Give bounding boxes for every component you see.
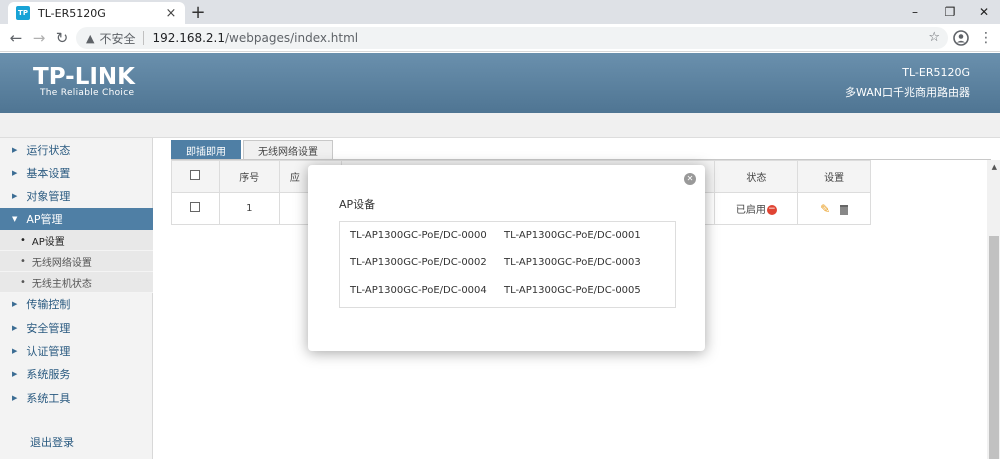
content-tabs: 即插即用 无线网络设置 (171, 140, 335, 160)
sidebar-item-run-status[interactable]: ▶ 运行状态 (0, 139, 153, 161)
sidebar-subitem-wireless-network[interactable]: • 无线网络设置 (0, 251, 153, 272)
column-index: 序号 (218, 160, 280, 193)
insecure-label: 不安全 (99, 31, 136, 46)
close-dialog-icon[interactable]: ✕ (684, 173, 696, 185)
list-item: TL-AP1300GC-PoE/DC-0004 (350, 285, 487, 296)
ap-device-list: TL-AP1300GC-PoE/DC-0000 TL-AP1300GC-PoE/… (339, 221, 676, 308)
forward-arrow-icon[interactable]: → (29, 28, 49, 48)
url-host: 192.168.2.1 (152, 31, 226, 45)
menu-dots-icon[interactable]: ⋮ (976, 28, 996, 48)
caret-right-icon: ▶ (12, 370, 18, 378)
select-all-cell (171, 160, 220, 193)
row-index: 1 (218, 192, 280, 225)
caret-right-icon: ▶ (12, 347, 18, 355)
url-path: /webpages/index.html (225, 31, 359, 45)
subheader-bar (0, 113, 1000, 138)
ap-device-dialog: ✕ AP设备 TL-AP1300GC-PoE/DC-0000 TL-AP1300… (308, 165, 705, 351)
sidebar-item-label: 基本设置 (26, 167, 71, 180)
scroll-up-arrow-icon[interactable]: ▲ (992, 163, 997, 171)
sidebar-item-label: 系统服务 (26, 368, 71, 381)
router-header: TP-LINK The Reliable Choice TL-ER5120G 多… (0, 53, 1000, 113)
tab-plug-and-play[interactable]: 即插即用 (171, 140, 241, 160)
list-item: TL-AP1300GC-PoE/DC-0001 (504, 230, 641, 241)
column-status: 状态 (714, 160, 799, 193)
sidebar-item-label: 系统工具 (26, 392, 71, 405)
sidebar-subitem-label: 无线主机状态 (31, 278, 92, 290)
sidebar-item-system-services[interactable]: ▶ 系统服务 (0, 363, 153, 385)
caret-right-icon: ▶ (12, 300, 18, 308)
caret-right-icon: ▶ (12, 394, 18, 402)
list-item: TL-AP1300GC-PoE/DC-0002 (350, 257, 487, 268)
bookmark-star-icon[interactable]: ☆ (928, 30, 940, 45)
new-tab-button[interactable]: + (189, 2, 207, 23)
address-bar[interactable]: ▲ 不安全 192.168.2.1/webpages/index.html ☆ (76, 27, 948, 49)
tab-title: TL-ER5120G (38, 6, 106, 20)
account-icon[interactable] (951, 28, 971, 48)
sidebar-item-label: 认证管理 (26, 345, 71, 358)
model-description: 多WAN口千兆商用路由器 (844, 86, 970, 99)
caret-down-icon: ▼ (12, 215, 18, 223)
tp-link-favicon-icon: TP (16, 6, 30, 20)
bullet-icon: • (20, 234, 26, 246)
bullet-icon: • (20, 276, 26, 288)
sidebar-item-label: 运行状态 (26, 144, 71, 157)
sidebar-item-label: 传输控制 (26, 298, 71, 311)
sidebar-subitem-wireless-host-status[interactable]: • 无线主机状态 (0, 272, 153, 293)
edit-pencil-icon[interactable]: ✎ (820, 202, 830, 216)
sidebar-item-system-tools[interactable]: ▶ 系统工具 (0, 387, 153, 409)
sidebar-item-label: 安全管理 (26, 322, 71, 335)
list-item: TL-AP1300GC-PoE/DC-0005 (504, 285, 641, 296)
model-name: TL-ER5120G (902, 66, 970, 79)
disable-icon[interactable]: − (766, 205, 777, 215)
scrollbar-thumb[interactable] (989, 236, 999, 459)
select-all-checkbox[interactable] (190, 170, 201, 180)
sidebar-item-transmission-control[interactable]: ▶ 传输控制 (0, 293, 153, 315)
logout-link[interactable]: 退出登录 (30, 434, 74, 450)
caret-right-icon: ▶ (12, 169, 18, 177)
sidebar-item-label: 对象管理 (26, 190, 71, 203)
close-window-button[interactable]: ✕ (962, 0, 1000, 24)
logo-text: TP-LINK (33, 64, 135, 90)
omnibox-divider (143, 31, 145, 45)
row-status-cell: 已启用 − (714, 192, 799, 225)
column-settings: 设置 (797, 160, 871, 193)
warning-icon: ▲ (86, 31, 95, 45)
list-item: TL-AP1300GC-PoE/DC-0003 (504, 257, 641, 268)
sidebar-item-object-management[interactable]: ▶ 对象管理 (0, 185, 153, 207)
sidebar: ▶ 运行状态 ▶ 基本设置 ▶ 对象管理 ▼ AP管理 • AP设置 • 无线网络设置 • 无… (0, 138, 153, 459)
sidebar-subitem-ap-settings[interactable]: • AP设置 (0, 230, 153, 251)
sidebar-item-basic-settings[interactable]: ▶ 基本设置 (0, 162, 153, 184)
caret-right-icon: ▶ (12, 146, 18, 154)
browser-tabstrip: TP TL-ER5120G × + – ❐ ✕ (0, 0, 1000, 24)
browser-toolbar: ← → ↻ ▲ 不安全 192.168.2.1/webpages/index.h… (0, 24, 1000, 52)
list-item: TL-AP1300GC-PoE/DC-0000 (350, 230, 487, 241)
browser-tab[interactable]: TP TL-ER5120G × (8, 2, 185, 24)
tab-close-icon[interactable]: × (163, 5, 179, 21)
sidebar-subitem-label: AP设置 (31, 236, 65, 248)
back-arrow-icon[interactable]: ← (6, 28, 26, 48)
row-checkbox[interactable] (190, 202, 201, 212)
row-checkbox-cell (171, 192, 220, 225)
bullet-icon: • (20, 255, 26, 267)
tp-link-logo: TP-LINK The Reliable Choice (33, 65, 135, 98)
sidebar-subitem-label: 无线网络设置 (31, 257, 92, 269)
sidebar-item-security-management[interactable]: ▶ 安全管理 (0, 317, 153, 339)
row-settings-cell: ✎ (797, 192, 871, 225)
sidebar-item-auth-management[interactable]: ▶ 认证管理 (0, 340, 153, 362)
dialog-title: AP设备 (339, 198, 376, 211)
tab-wireless-network[interactable]: 无线网络设置 (243, 140, 333, 160)
row-status: 已启用 (735, 205, 766, 216)
trash-icon[interactable] (840, 204, 849, 215)
caret-right-icon: ▶ (12, 324, 18, 332)
caret-right-icon: ▶ (12, 192, 18, 200)
sidebar-item-ap-management[interactable]: ▼ AP管理 (0, 208, 153, 230)
sidebar-item-label: AP管理 (26, 213, 63, 226)
reload-icon[interactable]: ↻ (52, 28, 72, 48)
logo-tagline: The Reliable Choice (40, 88, 135, 98)
